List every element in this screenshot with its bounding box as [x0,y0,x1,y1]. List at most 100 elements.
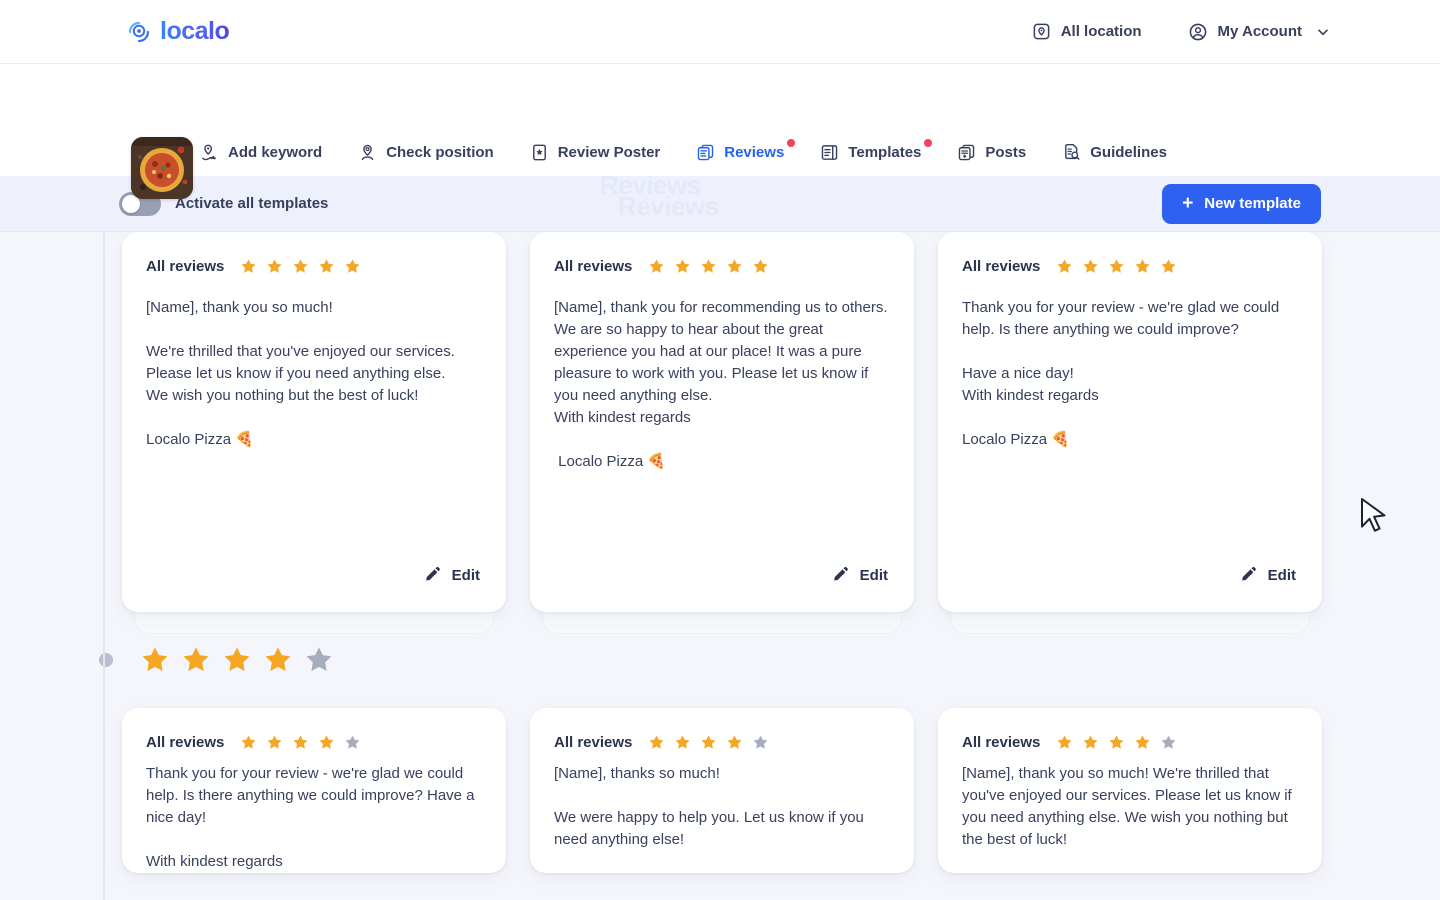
star-icon [648,258,665,275]
star-icon [266,734,283,751]
plus-icon: + [1182,192,1194,214]
ratings-timeline [103,232,105,900]
template-body-text: Thank you for your review - we're glad w… [962,299,1280,448]
card-header: All reviews [554,734,890,751]
star-icon [222,645,252,675]
tab-label: Add keyword [228,144,323,161]
pencil-icon [1240,565,1257,586]
tab-reviews[interactable]: Reviews [678,130,803,176]
star-icon [1056,258,1073,275]
tab-label: Guidelines [1090,144,1167,161]
templates-toolbar: Reviews Reviews Activate all templates +… [0,170,1440,232]
star-icon [263,645,293,675]
reviews-stack-icon [696,143,715,162]
card-header: All reviews [962,258,1298,275]
star-icon [700,734,717,751]
edit-button[interactable]: Edit [422,561,482,590]
tab-notification-badge [787,139,796,147]
card-footer: Edit [962,545,1298,612]
review-template-card[interactable]: All reviews Thank you for your review - w… [938,232,1322,612]
new-template-button[interactable]: + New template [1162,183,1321,224]
star-icon [1082,258,1099,275]
pencil-icon [832,565,849,586]
edit-label: Edit [1267,567,1296,584]
brand-logo[interactable]: localo [126,17,230,46]
review-template-row: All reviews [Name], thank you so much! We… [122,232,1322,634]
tab-label: Review Poster [557,144,661,161]
star-icon [292,734,309,751]
tab-notification-badge [924,139,933,147]
pin-arrow-icon [200,143,219,162]
star-icon [240,258,257,275]
template-body-text: [Name], thank you for recommending us to… [554,299,888,470]
review-template-card[interactable]: All reviews [Name], thanks so much! We we… [530,708,914,873]
star-icon [292,258,309,275]
star-icon [1134,734,1151,751]
card-scope-label: All reviews [962,258,1041,275]
card-scope-label: All reviews [554,734,633,751]
star-icon [1160,258,1177,275]
card-header: All reviews [554,258,890,275]
card-rating-stars [1056,258,1177,275]
star-icon [318,734,335,751]
tab-posts[interactable]: Posts [939,130,1044,176]
star-icon [181,645,211,675]
review-template-card[interactable]: All reviews [Name], thank you so much! We… [122,232,506,612]
template-card-stack: All reviews [Name], thank you for recomme… [530,232,914,634]
card-footer: Edit [554,545,890,612]
star-icon [752,258,769,275]
review-template-card[interactable]: All reviews Thank you for your review - w… [122,708,506,873]
card-footer: Edit [146,545,482,612]
tab-templates[interactable]: Templates [802,130,939,176]
star-icon [266,258,283,275]
star-icon [726,258,743,275]
pencil-icon [424,565,441,586]
star-icon [240,734,257,751]
templates-book-icon [820,143,839,162]
my-account-label: My Account [1217,23,1302,40]
tab-label: Templates [848,144,922,161]
tab-guidelines[interactable]: Guidelines [1044,130,1185,176]
pin-search-icon [358,143,377,162]
tab-label: Reviews [724,144,785,161]
star-icon [1108,258,1125,275]
star-icon [1160,734,1177,751]
card-rating-stars [240,258,361,275]
star-icon [1108,734,1125,751]
watermark-line-2: Reviews [618,191,719,221]
star-icon [752,734,769,751]
template-body-text: [Name], thanks so much! We were happy to… [554,765,864,848]
star-icon [1056,734,1073,751]
chevron-down-icon[interactable] [1316,25,1330,39]
tab-check-position[interactable]: Check position [340,130,512,176]
tab-review-poster[interactable]: Review Poster [512,130,679,176]
card-header: All reviews [146,734,482,751]
user-circle-icon [1188,22,1208,42]
localo-pin-logo-icon [126,19,152,45]
timeline-dot [99,653,113,667]
poster-star-icon [530,143,549,162]
star-icon [648,734,665,751]
section-tabs: Add keyword Check position Review Poster [182,130,1185,176]
background-watermark: Reviews Reviews [600,170,719,222]
document-search-icon [1062,143,1081,162]
edit-button[interactable]: Edit [1238,561,1298,590]
review-sections: All reviews [Name], thank you so much! We… [0,232,1440,873]
card-scope-label: All reviews [554,258,633,275]
all-location-button[interactable]: All location [1032,22,1142,41]
posts-stack-icon [957,143,976,162]
edit-button[interactable]: Edit [830,561,890,590]
tab-label: Posts [985,144,1027,161]
section-rating-stars [140,645,334,675]
card-scope-label: All reviews [962,734,1041,751]
activate-all-templates-label: Activate all templates [175,195,329,212]
review-template-card[interactable]: All reviews [Name], thank you for recomme… [530,232,914,612]
template-card-stack: All reviews Thank you for your review - w… [938,232,1322,634]
card-header: All reviews [146,258,482,275]
star-icon [700,258,717,275]
tabs-row: Add keyword Check position Review Poster [0,64,1440,199]
my-account-button[interactable]: My Account [1188,22,1330,42]
tab-add-keyword[interactable]: Add keyword [182,130,340,176]
review-template-card[interactable]: All reviews [Name], thank you so much! We… [938,708,1322,873]
top-bar: localo All location My Account [0,0,1440,64]
